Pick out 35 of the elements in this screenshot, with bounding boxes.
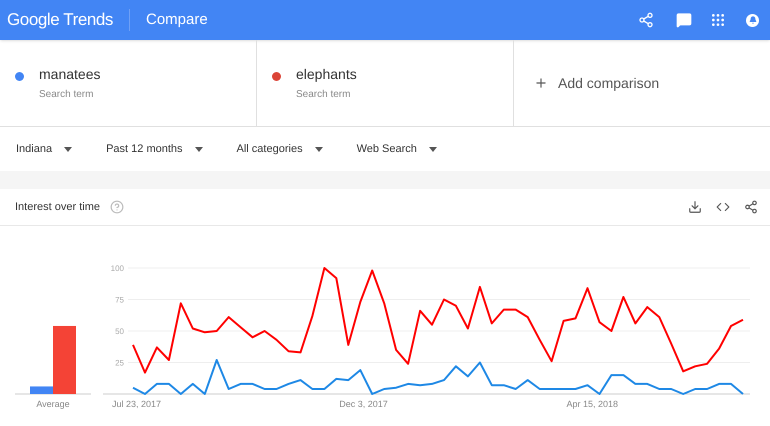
page-title: Compare: [146, 10, 208, 30]
axis-label: 25: [115, 358, 124, 368]
caret-icon: [194, 146, 203, 152]
axis-label: Average: [36, 399, 70, 409]
axis-label: 75: [115, 296, 124, 304]
card-title: Interest over time: [15, 200, 100, 215]
term-subtitle: Search term: [296, 88, 352, 102]
axis-label: 100: [110, 264, 124, 273]
download-icon[interactable]: [688, 200, 702, 214]
notifications-icon[interactable]: [746, 14, 759, 26]
share-icon[interactable]: [744, 200, 758, 214]
feedback-icon[interactable]: [676, 12, 692, 28]
axis-label: Jul 23, 2017: [112, 399, 162, 409]
term-name: elephants: [296, 65, 357, 84]
search-term-card[interactable]: manatees Search term: [0, 40, 257, 126]
plus-icon: [534, 76, 548, 90]
axis-label: 50: [115, 327, 124, 336]
term-name: manatees: [39, 65, 100, 84]
filter-dropdown[interactable]: All categories: [236, 140, 323, 158]
filter-dropdown[interactable]: Past 12 months: [106, 140, 203, 158]
share-icon[interactable]: [638, 12, 654, 28]
caret-icon: [428, 146, 437, 152]
search-term-card[interactable]: elephants Search term: [257, 40, 514, 126]
help-icon[interactable]: [110, 200, 124, 214]
logo: Google Trends: [7, 9, 113, 32]
apps-icon[interactable]: [710, 12, 726, 28]
filter-dropdown[interactable]: Web Search: [356, 140, 437, 158]
axis-label: Dec 3, 2017: [339, 399, 388, 409]
embed-icon[interactable]: [716, 200, 730, 214]
axis-label: Apr 15, 2018: [566, 399, 618, 409]
caret-icon: [314, 146, 323, 152]
add-comparison-button[interactable]: Add comparison: [514, 40, 770, 126]
term-subtitle: Search term: [39, 88, 94, 102]
filter-dropdown[interactable]: Indiana: [16, 140, 72, 158]
caret-icon: [64, 146, 72, 152]
